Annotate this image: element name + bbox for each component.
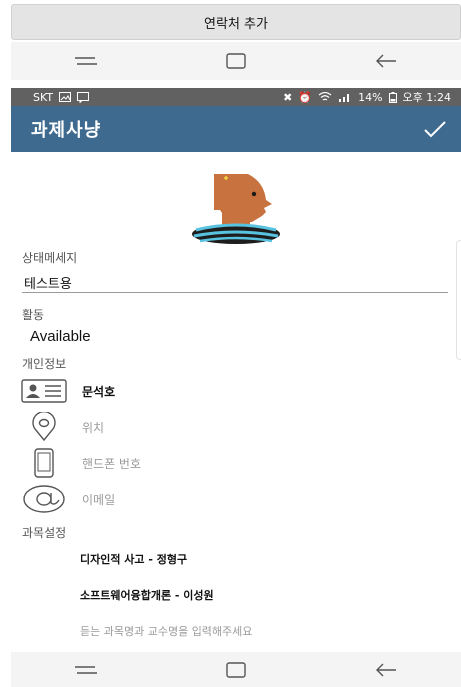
course-input[interactable] [80,622,380,640]
activity-value[interactable]: Available [30,328,91,345]
email-placeholder: 이메일 [82,492,116,507]
email-row[interactable]: 이메일 [20,484,440,514]
course-item[interactable]: 디자인적 사고 - 정형구 [80,551,187,567]
name-row[interactable]: 문석호 [20,376,440,406]
contact-card-icon [20,376,68,406]
clock: 오후 1:24 [402,91,451,104]
profile-avatar[interactable] [188,170,284,246]
gallery-notification-icon [59,92,72,102]
status-message-input[interactable] [22,273,448,293]
location-pin-icon [20,412,68,442]
phone-placeholder: 핸드폰 번호 [82,456,142,471]
course-item[interactable]: 소프트웨어융합개론 - 이성원 [80,587,214,603]
activity-label: 활동 [22,308,45,322]
location-placeholder: 위치 [82,420,105,435]
status-message-label: 상태메세지 [22,251,78,265]
phone-icon [20,448,68,478]
phone-row[interactable]: 핸드폰 번호 [20,448,440,478]
back-icon[interactable] [366,46,406,76]
chat-notification-icon [77,91,90,103]
navigation-bar-bottom [11,652,461,687]
app-bar: 과제사냥 [11,106,461,152]
recent-apps-icon[interactable] [66,46,106,76]
personal-info-label: 개인정보 [22,357,67,371]
recent-apps-icon[interactable] [66,655,106,685]
wifi-icon [318,92,332,101]
mute-icon: ✖ [283,90,293,104]
previous-screen-fragment: 연락처 추가 [0,0,461,88]
home-icon[interactable] [216,46,256,76]
battery-icon [388,91,397,103]
signal-icon [339,94,350,102]
check-icon[interactable] [423,119,447,139]
battery-percent: 14% [358,90,383,104]
location-row[interactable]: 위치 [20,412,440,442]
navigation-bar-top [11,42,461,80]
scrollbar-edge [456,240,461,360]
at-sign-icon [20,484,68,514]
app-title: 과제사냥 [31,120,102,141]
carrier-label: SKT [33,90,54,104]
status-bar: SKT ✖ ⏰ 14% 오후 1:24 [11,88,461,106]
name-value: 문석호 [82,384,116,399]
home-icon[interactable] [216,655,256,685]
course-settings-label: 과목설정 [22,526,67,540]
add-contact-button[interactable]: 연락처 추가 [11,4,461,40]
back-icon[interactable] [366,655,406,685]
alarm-icon: ⏰ [298,90,313,104]
